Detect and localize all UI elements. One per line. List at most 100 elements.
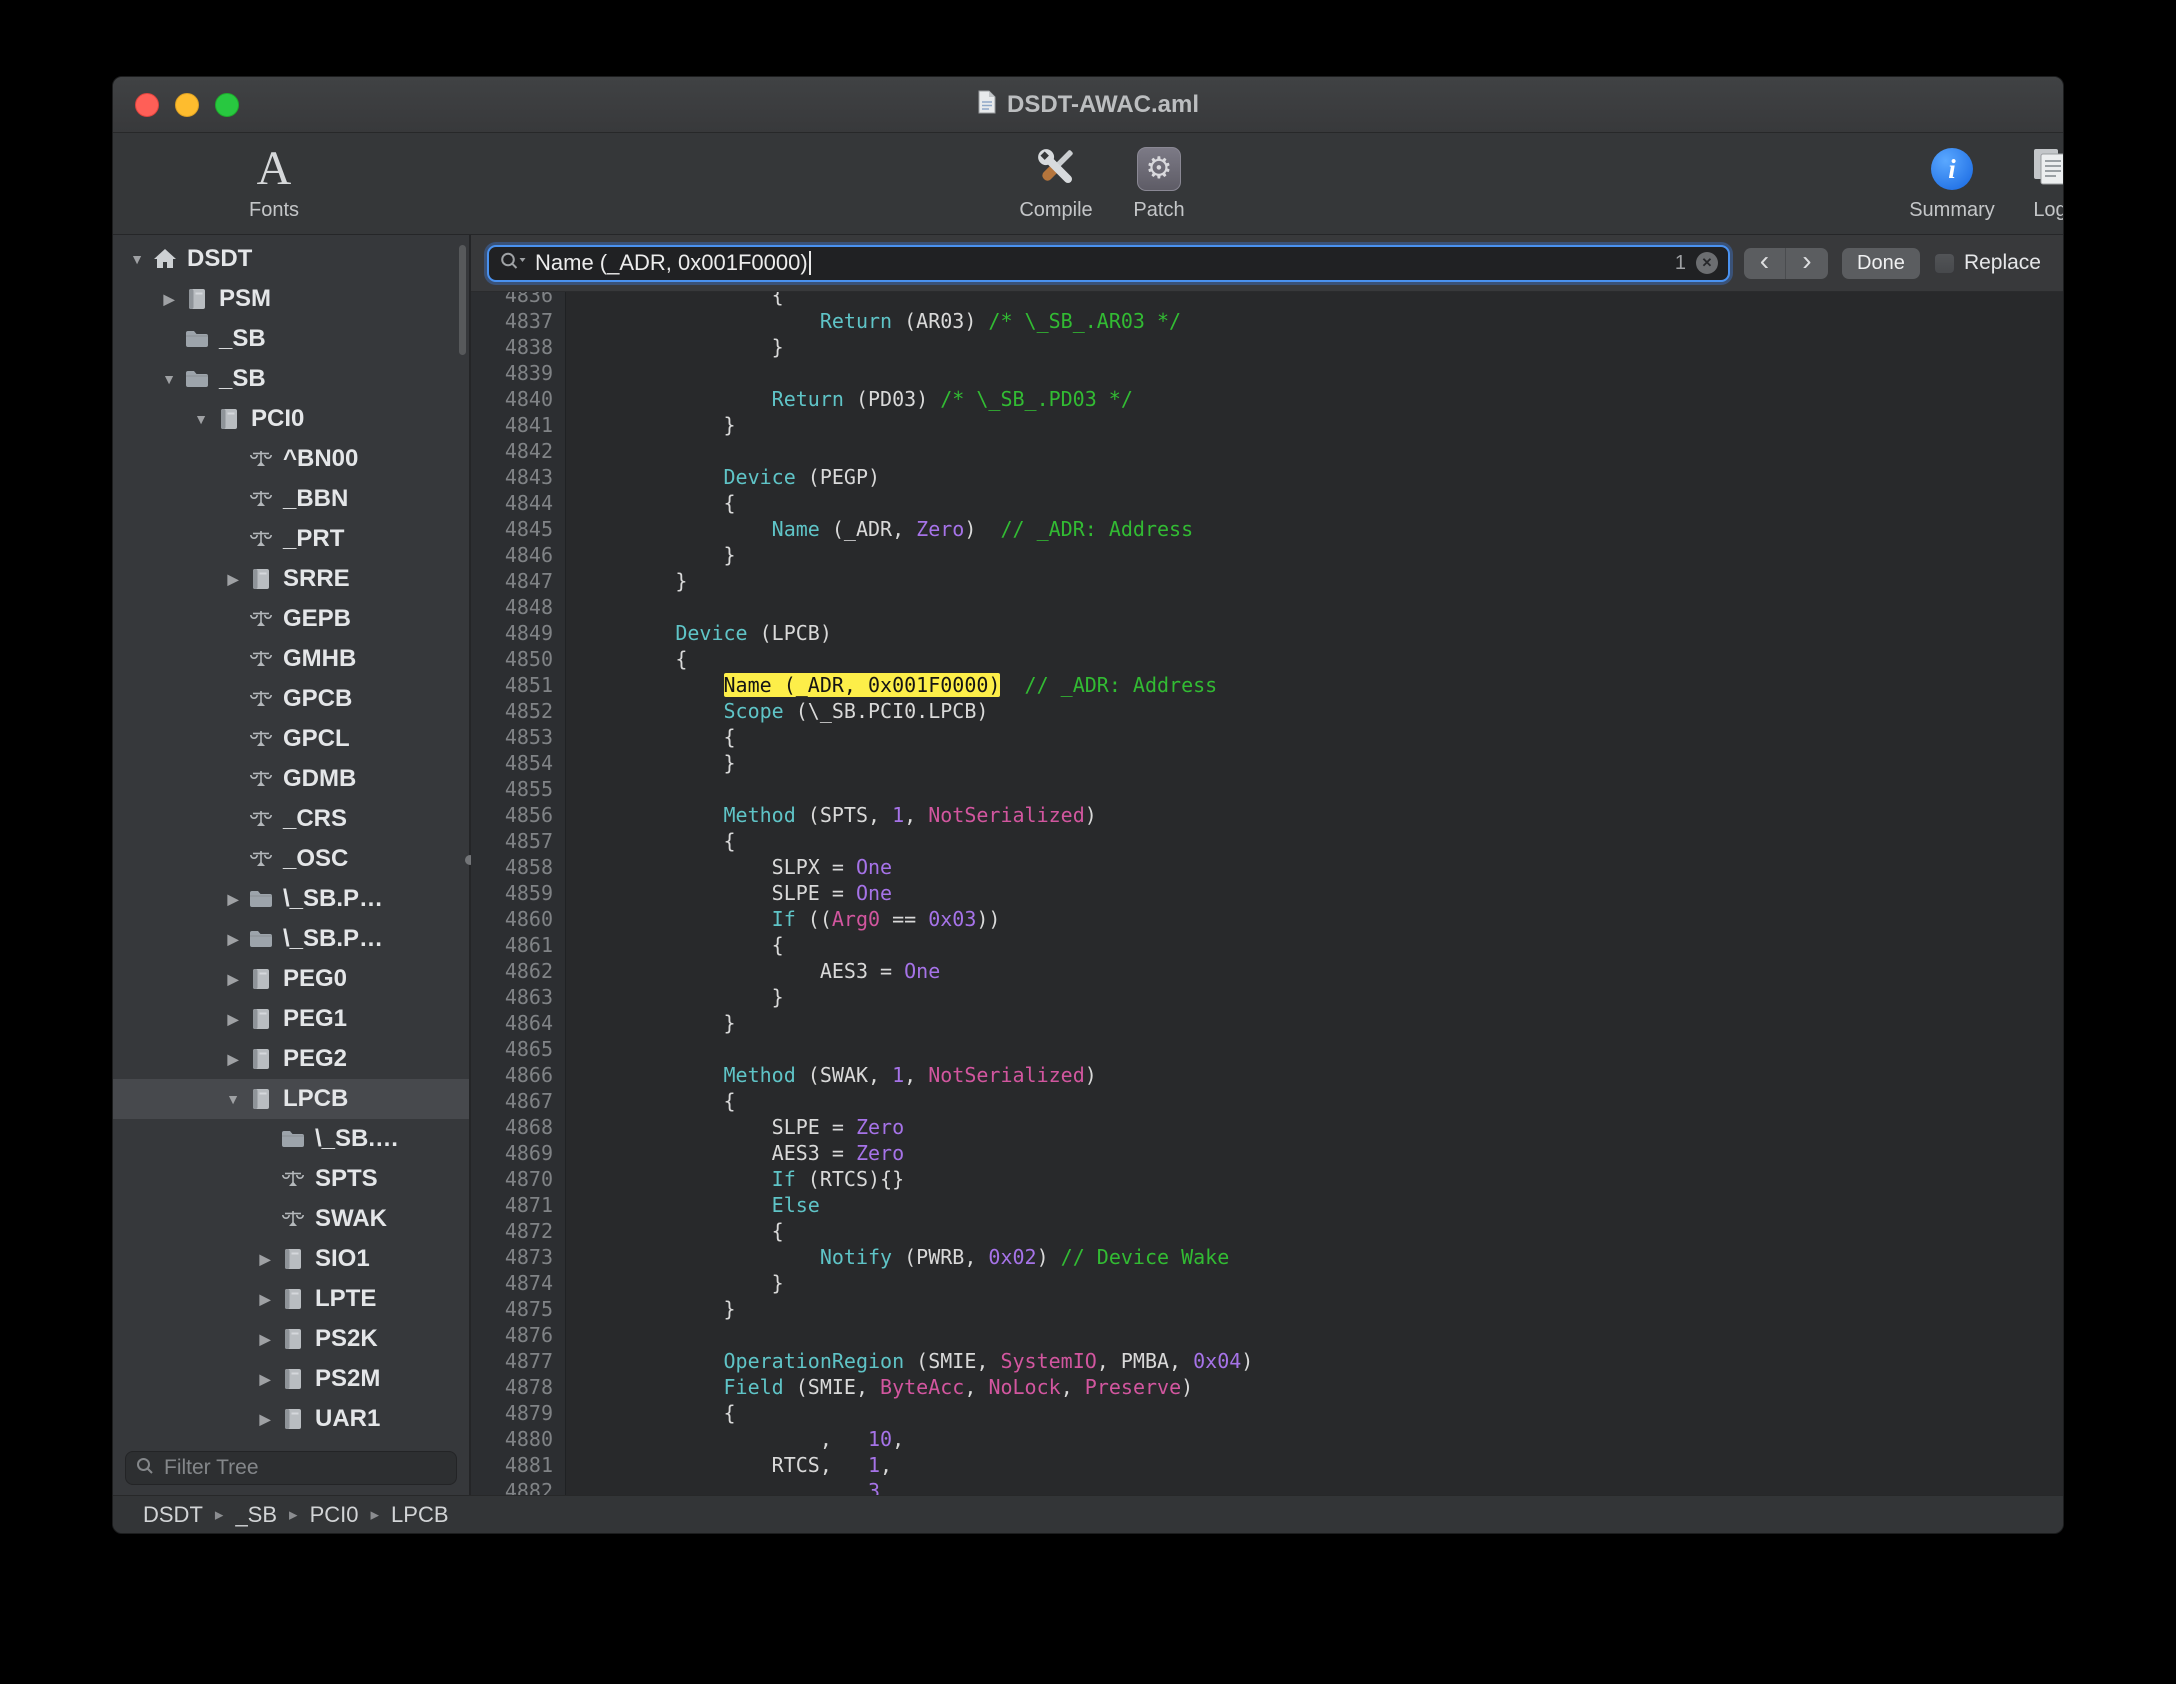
sidebar-item-sb[interactable]: _SB [113,319,469,359]
line-number: 4837 [471,308,553,334]
scope-icon [215,408,243,430]
sidebar-item-crs[interactable]: _CRS [113,799,469,839]
line-number: 4857 [471,828,553,854]
scope-icon [247,968,275,990]
done-button[interactable]: Done [1842,248,1920,279]
chevron-right-icon[interactable]: ▶ [251,1371,279,1388]
patch-button[interactable]: ⚙ Patch [1094,139,1224,222]
chevron-down-icon[interactable]: ▼ [123,251,151,267]
code-line: } [579,984,2063,1010]
sidebar-item-lpcb[interactable]: ▼ LPCB [113,1079,469,1119]
line-number: 4861 [471,932,553,958]
sidebar-item-ps2m[interactable]: ▶PS2M [113,1359,469,1399]
chevron-right-icon[interactable]: ▶ [155,291,183,308]
breadcrumb-item-sb[interactable]: _SB [235,1502,277,1528]
method-icon [247,848,275,870]
chevron-down-icon[interactable]: ▼ [219,1091,247,1107]
line-number: 4867 [471,1088,553,1114]
sidebar-item-swak[interactable]: SWAK [113,1199,469,1239]
code-line: If ((Arg0 == 0x03)) [579,906,2063,932]
traffic-lights [135,77,239,132]
sidebar-item-ps2k[interactable]: ▶PS2K [113,1319,469,1359]
sidebar-item-spts[interactable]: SPTS [113,1159,469,1199]
sidebar-item-peg1[interactable]: ▶PEG1 [113,999,469,1039]
chevron-right-icon[interactable]: ▶ [251,1411,279,1428]
code-line: } [579,542,2063,568]
tree-filter-input[interactable] [162,1455,446,1481]
line-number: 4845 [471,516,553,542]
window-title: DSDT-AWAC.aml [1007,91,1199,119]
sidebar-item-sb[interactable]: \_SB.… [113,1119,469,1159]
line-number: 4852 [471,698,553,724]
breadcrumb-item-dsdt[interactable]: DSDT [143,1502,203,1528]
line-number: 4869 [471,1140,553,1166]
code-line: OperationRegion (SMIE, SystemIO, PMBA, 0… [579,1348,2063,1374]
replace-checkbox[interactable] [1934,253,1955,274]
sidebar-item-gmhb[interactable]: GMHB [113,639,469,679]
breadcrumb-item-lpcb[interactable]: LPCB [391,1502,448,1528]
line-number: 4872 [471,1218,553,1244]
sidebar-item-gdmb[interactable]: GDMB [113,759,469,799]
tree-item-label: LPCB [283,1085,348,1113]
sidebar-item-sb-p[interactable]: ▶ \_SB.P… [113,919,469,959]
search-input[interactable]: Name (_ADR, 0x001F0000) 1 ✕ [487,245,1730,282]
clear-search-button[interactable]: ✕ [1696,252,1718,274]
sidebar-item-gpcl[interactable]: GPCL [113,719,469,759]
code-scroll: 4836483748384839484048414842484348444845… [471,292,2063,1495]
code-line: Return (PD03) /* \_SB_.PD03 */ [579,386,2063,412]
chevron-right-icon[interactable]: ▶ [219,971,247,988]
code-editor[interactable]: 4836483748384839484048414842484348444845… [471,292,2063,1495]
minimize-button[interactable] [175,93,199,117]
line-number: 4864 [471,1010,553,1036]
sidebar-item-sb[interactable]: ▼_SB [113,359,469,399]
fonts-button[interactable]: A Fonts [209,139,339,222]
sidebar-item-lpte[interactable]: ▶LPTE [113,1279,469,1319]
folder-icon [279,1129,307,1149]
search-icon [499,251,527,276]
desktop: { "window": { "title": "DSDT-AWAC.aml" }… [0,0,2176,1684]
code-line: Device (PEGP) [579,464,2063,490]
find-previous-button[interactable]: ‹ [1744,248,1786,279]
line-number: 4871 [471,1192,553,1218]
sidebar-item-peg0[interactable]: ▶PEG0 [113,959,469,999]
chevron-right-icon[interactable]: ▶ [219,891,247,908]
chevron-down-icon[interactable]: ▼ [155,371,183,387]
sidebar-item-bbn[interactable]: _BBN [113,479,469,519]
code-line: } [579,1010,2063,1036]
tree-item-label: \_SB.P… [283,925,383,953]
sidebar-item-prt[interactable]: _PRT [113,519,469,559]
code-line: AES3 = One [579,958,2063,984]
chevron-right-icon[interactable]: ▶ [219,931,247,948]
sidebar-item-pci0[interactable]: ▼PCI0 [113,399,469,439]
chevron-right-icon[interactable]: ▶ [251,1251,279,1268]
sidebar-item-psm[interactable]: ▶PSM [113,279,469,319]
zoom-button[interactable] [215,93,239,117]
sidebar-item-dsdt[interactable]: ▼DSDT [113,239,469,279]
chevron-right-icon[interactable]: ▶ [251,1331,279,1348]
sidebar-item-gpcb[interactable]: GPCB [113,679,469,719]
find-next-button[interactable]: › [1786,248,1828,279]
sidebar-item-srre[interactable]: ▶SRRE [113,559,469,599]
chevron-right-icon[interactable]: ▶ [219,1011,247,1028]
chevron-right-icon[interactable]: ▶ [219,571,247,588]
gear-icon: ⚙ [1146,154,1173,184]
sidebar-item-osc[interactable]: _OSC [113,839,469,879]
chevron-down-icon[interactable]: ▼ [187,411,215,427]
breadcrumb-item-pci0[interactable]: PCI0 [310,1502,359,1528]
chevron-right-icon[interactable]: ▶ [219,1051,247,1068]
sidebar-item-peg2[interactable]: ▶PEG2 [113,1039,469,1079]
sidebar-item-sb-p[interactable]: ▶\_SB.P… [113,879,469,919]
line-number: 4860 [471,906,553,932]
chevron-right-icon[interactable]: ▶ [251,1291,279,1308]
sidebar-item-gepb[interactable]: GEPB [113,599,469,639]
method-icon [279,1168,307,1190]
log-button[interactable]: Log [1985,139,2064,222]
document-icon [977,90,997,119]
scope-icon [279,1328,307,1350]
sidebar-item-bn00[interactable]: ^BN00 [113,439,469,479]
sidebar-item-uar1[interactable]: ▶UAR1 [113,1399,469,1439]
sidebar-scrollbar[interactable] [459,245,466,355]
sidebar-item-sio1[interactable]: ▶SIO1 [113,1239,469,1279]
close-button[interactable] [135,93,159,117]
tree-filter-field[interactable] [125,1451,457,1485]
